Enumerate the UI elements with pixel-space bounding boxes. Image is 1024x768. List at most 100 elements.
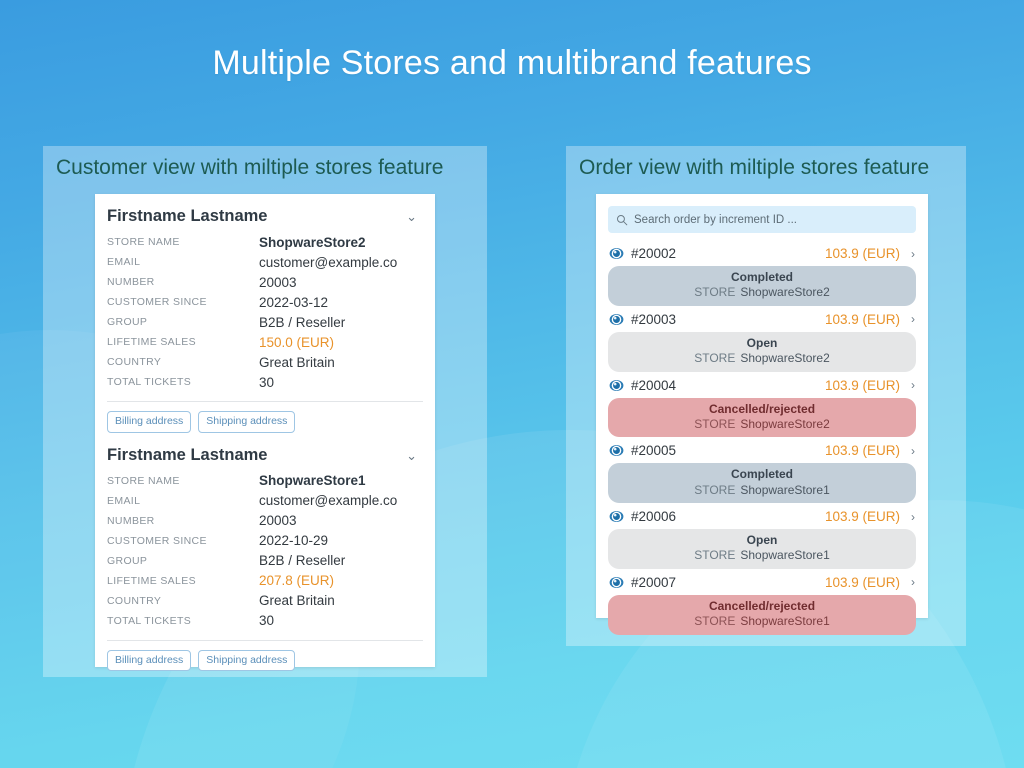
shipping-address-button[interactable]: Shipping address bbox=[198, 411, 295, 433]
page-title: Multiple Stores and multibrand features bbox=[0, 44, 1024, 83]
order-row[interactable]: #20002103.9 (EUR)› bbox=[608, 242, 916, 265]
order-row[interactable]: #20004103.9 (EUR)› bbox=[608, 374, 916, 397]
order-row[interactable]: #20006103.9 (EUR)› bbox=[608, 505, 916, 528]
chevron-right-icon[interactable]: › bbox=[907, 247, 915, 261]
order-list-item[interactable]: #20002103.9 (EUR)›CompletedSTOREShopware… bbox=[608, 242, 916, 306]
status-label: Open bbox=[608, 335, 916, 351]
store-label: STORE bbox=[694, 614, 735, 628]
customer-field-row: NUMBER20003 bbox=[107, 511, 423, 531]
customer-header[interactable]: Firstname Lastname⌄ bbox=[107, 443, 423, 471]
billing-address-button[interactable]: Billing address bbox=[107, 411, 191, 433]
chevron-right-icon[interactable]: › bbox=[907, 444, 915, 458]
customer-field-value: 30 bbox=[259, 372, 423, 392]
customer-header[interactable]: Firstname Lastname ⌄ bbox=[107, 204, 423, 232]
customer-field-key: LIFETIME SALES bbox=[107, 332, 259, 352]
order-list-item[interactable]: #20006103.9 (EUR)›OpenSTOREShopwareStore… bbox=[608, 505, 916, 569]
search-icon bbox=[616, 214, 628, 226]
status-badge: OpenSTORE ShopwareStore2 bbox=[608, 332, 916, 372]
chevron-down-icon[interactable]: ⌄ bbox=[406, 210, 419, 223]
customer-detail-table: STORE NAMEShopwareStore2EMAILcustomer@ex… bbox=[107, 232, 423, 392]
customer-field-value: 207.8 (EUR) bbox=[259, 571, 423, 591]
customer-field-value: Great Britain bbox=[259, 591, 423, 611]
shipping-address-button[interactable]: Shipping address bbox=[198, 650, 295, 672]
status-label: Completed bbox=[608, 269, 916, 285]
customer-field-value: ShopwareStore1 bbox=[259, 471, 423, 491]
chevron-right-icon[interactable]: › bbox=[907, 510, 915, 524]
customer-field-key: STORE NAME bbox=[107, 232, 259, 252]
order-list-item[interactable]: #20004103.9 (EUR)›Cancelled/rejectedSTOR… bbox=[608, 374, 916, 438]
customer-view-panel: Customer view with miltiple stores featu… bbox=[43, 146, 487, 677]
store-label: STORE bbox=[694, 285, 735, 299]
eye-icon[interactable] bbox=[609, 246, 624, 261]
eye-icon[interactable] bbox=[609, 509, 624, 524]
customer-block: Firstname Lastname⌄STORE NAMEShopwareSto… bbox=[107, 443, 423, 682]
status-label: Open bbox=[608, 532, 916, 548]
status-badge: CompletedSTOREShopwareStore1 bbox=[608, 463, 916, 503]
customer-field-row: LIFETIME SALES207.8 (EUR) bbox=[107, 571, 423, 591]
customer-field-row: GROUPB2B / Reseller bbox=[107, 551, 423, 571]
card-divider bbox=[107, 640, 423, 641]
customer-field-key: TOTAL TICKETS bbox=[107, 372, 259, 392]
customer-field-value: 20003 bbox=[259, 272, 423, 292]
customer-field-key: CUSTOMER SINCE bbox=[107, 292, 259, 312]
chevron-right-icon[interactable]: › bbox=[907, 575, 915, 589]
order-amount: 103.9 (EUR) bbox=[825, 575, 900, 590]
store-label: STORE bbox=[694, 417, 735, 431]
order-list-item[interactable]: #20003103.9 (EUR)› OpenSTORE ShopwareStore… bbox=[608, 308, 916, 372]
order-search-input[interactable] bbox=[634, 214, 908, 226]
order-id: #20002 bbox=[631, 246, 676, 261]
order-list-item[interactable]: #20005103.9 (EUR)›CompletedSTOREShopware… bbox=[608, 439, 916, 503]
customer-field-row: EMAILcustomer@example.co bbox=[107, 491, 423, 511]
customer-field-key: NUMBER bbox=[107, 511, 259, 531]
order-id: #20005 bbox=[631, 443, 676, 458]
customer-field-row: STORE NAMEShopwareStore1 bbox=[107, 471, 423, 491]
customer-detail-table: STORE NAMEShopwareStore1EMAILcustomer@ex… bbox=[107, 471, 423, 631]
eye-icon[interactable] bbox=[609, 575, 624, 590]
store-name: ShopwareStore2 bbox=[740, 351, 829, 365]
customer-field-row: COUNTRYGreat Britain bbox=[107, 352, 423, 372]
order-row[interactable]: #20005103.9 (EUR)› bbox=[608, 439, 916, 462]
store-name: ShopwareStore1 bbox=[740, 548, 829, 562]
customer-panel-title: Customer view with miltiple stores featu… bbox=[43, 146, 487, 180]
store-name: ShopwareStore2 bbox=[740, 417, 829, 431]
order-id: #20003 bbox=[631, 312, 676, 327]
order-row[interactable]: #20007103.9 (EUR)› bbox=[608, 571, 916, 594]
customer-field-value: 150.0 (EUR) bbox=[259, 332, 423, 352]
eye-icon[interactable] bbox=[609, 378, 624, 393]
customer-name: Firstname Lastname bbox=[107, 207, 267, 226]
customer-field-value: 20003 bbox=[259, 511, 423, 531]
address-button-group: Billing address Shipping address bbox=[107, 650, 423, 682]
chevron-right-icon[interactable]: › bbox=[907, 378, 915, 392]
customer-field-row: TOTAL TICKETS30 bbox=[107, 372, 423, 392]
status-label: Cancelled/rejected bbox=[608, 401, 916, 417]
order-row[interactable]: #20003103.9 (EUR)› bbox=[608, 308, 916, 331]
customer-field-key: GROUP bbox=[107, 551, 259, 571]
status-badge: OpenSTOREShopwareStore1 bbox=[608, 529, 916, 569]
status-store: STORE ShopwareStore2 bbox=[608, 417, 916, 433]
chevron-right-icon[interactable]: › bbox=[907, 312, 915, 326]
order-amount: 103.9 (EUR) bbox=[825, 378, 900, 393]
customer-field-row: GROUPB2B / Reseller bbox=[107, 312, 423, 332]
customer-field-value: 30 bbox=[259, 611, 423, 631]
store-label: STORE bbox=[694, 351, 735, 365]
eye-icon[interactable] bbox=[609, 443, 624, 458]
billing-address-button[interactable]: Billing address bbox=[107, 650, 191, 672]
customer-field-value: customer@example.co bbox=[259, 252, 423, 272]
customer-field-key: EMAIL bbox=[107, 491, 259, 511]
order-search-box[interactable] bbox=[608, 206, 916, 233]
chevron-down-icon[interactable]: ⌄ bbox=[406, 449, 419, 462]
status-store: STOREShopwareStore1 bbox=[608, 614, 916, 630]
customer-field-row: TOTAL TICKETS30 bbox=[107, 611, 423, 631]
status-badge: CompletedSTOREShopwareStore2 bbox=[608, 266, 916, 306]
customer-field-key: GROUP bbox=[107, 312, 259, 332]
customer-field-row: NUMBER20003 bbox=[107, 272, 423, 292]
order-list-item[interactable]: #20007103.9 (EUR)›Cancelled/rejectedSTOR… bbox=[608, 571, 916, 635]
order-panel-title: Order view with miltiple stores feature bbox=[566, 146, 966, 180]
eye-icon[interactable] bbox=[609, 312, 624, 327]
order-id: #20006 bbox=[631, 509, 676, 524]
status-store: STOREShopwareStore2 bbox=[608, 285, 916, 301]
customer-field-row: CUSTOMER SINCE2022-03-12 bbox=[107, 292, 423, 312]
customer-field-value: 2022-10-29 bbox=[259, 531, 423, 551]
order-card-container: #20002103.9 (EUR)›CompletedSTOREShopware… bbox=[596, 194, 928, 618]
status-store: STOREShopwareStore1 bbox=[608, 548, 916, 564]
